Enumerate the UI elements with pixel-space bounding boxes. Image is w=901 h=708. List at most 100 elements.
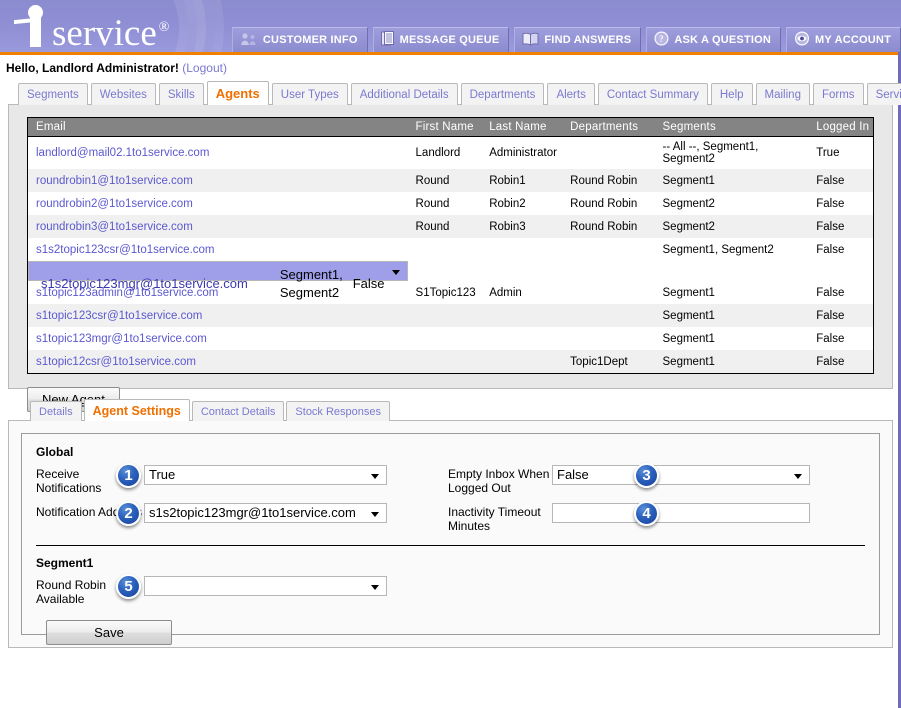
cell-logged-in: False <box>816 220 845 233</box>
nav-find-answers[interactable]: FIND ANSWERS <box>514 27 642 52</box>
cell-last-name: Admin <box>489 286 522 299</box>
cell-logged-in: False <box>816 332 845 345</box>
main-tab-websites[interactable]: Websites <box>90 83 156 105</box>
field-inactivity-timeout: Inactivity Timeout Minutes 4 <box>448 501 816 533</box>
cell-logged-in: False <box>816 174 845 187</box>
cell-email: s1s2topic123csr@1to1service.com <box>28 238 408 261</box>
section-divider <box>36 545 865 546</box>
agents-header-row: Email First Name Last Name Departments S… <box>28 118 873 137</box>
sub-tab-details[interactable]: Details <box>30 401 82 421</box>
agent-email-link[interactable]: roundrobin1@1to1service.com <box>36 175 193 187</box>
table-row[interactable]: roundrobin3@1to1service.com Round Robin3 Ro… <box>28 215 873 238</box>
nav-my-account[interactable]: MY ACCOUNT <box>786 27 901 52</box>
logo-wordmark: service <box>52 13 157 52</box>
agent-settings-inner: Global Receive Notifications 1 True Noti… <box>21 433 880 645</box>
cell-segments: -- All --, Segment1, Segment2 <box>662 141 759 165</box>
sub-tab-contact-details[interactable]: Contact Details <box>191 401 285 421</box>
cell-last-name <box>481 327 562 350</box>
agent-email-link[interactable]: s1topic123csr@1to1service.com <box>36 310 202 322</box>
table-row[interactable]: roundrobin1@1to1service.com Round Robin1 Ro… <box>28 169 873 192</box>
agent-email-link[interactable]: s1s2topic123mgr@1to1service.com <box>41 276 248 291</box>
sub-tab-agent-settings[interactable]: Agent Settings <box>83 399 190 421</box>
cell-segments: Segment1 <box>662 355 715 368</box>
callout-badge-5: 5 <box>116 574 141 599</box>
cell-last-name <box>481 350 562 373</box>
global-fields-columns: Receive Notifications 1 True Notificatio… <box>36 463 865 541</box>
cell-departments <box>562 137 654 170</box>
col-logged-in[interactable]: Logged In <box>806 118 873 137</box>
cell-last-name: Robin1 <box>489 174 526 187</box>
main-tab-agents[interactable]: Agents <box>206 81 269 105</box>
cell-logged-in: False <box>816 355 845 368</box>
agent-email-link[interactable]: s1s2topic123csr@1to1service.com <box>36 244 215 256</box>
main-tab-skills[interactable]: Skills <box>158 83 204 105</box>
nav-find-answers-label: FIND ANSWERS <box>544 34 632 46</box>
table-row[interactable]: s1topic123csr@1to1service.com Segment1 Fal… <box>28 304 873 327</box>
cell-first-name: S1Topic123 <box>415 286 476 299</box>
logout-link[interactable]: (Logout) <box>182 61 227 75</box>
sub-tabstrip-wrap: Details Agent Settings Contact Details Stoc… <box>0 399 901 421</box>
cell-first-name <box>408 350 482 373</box>
main-tab-departments[interactable]: Departments <box>460 83 545 105</box>
cell-segments: Segment1, Segment2 <box>279 267 343 300</box>
col-departments[interactable]: Departments <box>562 118 655 137</box>
col-last-name[interactable]: Last Name <box>481 118 563 137</box>
table-row[interactable]: roundrobin2@1to1service.com Round Robin2 Ro… <box>28 192 873 215</box>
receive-notifications-select[interactable]: True <box>144 465 387 485</box>
cell-departments: Topic1Dept <box>570 355 628 368</box>
table-row[interactable]: s1topic12csr@1to1service.com Topic1Dept Se… <box>28 350 873 373</box>
agent-email-link[interactable]: s1topic123mgr@1to1service.com <box>36 333 207 345</box>
main-tab-alerts[interactable]: Alerts <box>547 83 595 105</box>
agent-email-link[interactable]: s1topic12csr@1to1service.com <box>36 356 196 368</box>
main-tab-mailing[interactable]: Mailing <box>755 83 810 105</box>
nav-customer-info[interactable]: CUSTOMER INFO <box>231 27 368 52</box>
field-notification-address: Notification Address 2 s1s2topic123mgr@1… <box>36 501 448 526</box>
main-tab-service-level[interactable]: Service Level <box>866 83 901 105</box>
main-tab-forms[interactable]: Forms <box>812 83 864 105</box>
cell-email: s1topic123mgr@1to1service.com <box>28 327 408 350</box>
cell-departments <box>562 304 654 327</box>
save-button[interactable]: Save <box>46 620 172 645</box>
empty-inbox-select[interactable]: False <box>552 465 810 485</box>
global-right-column: Empty Inbox When Logged Out 3 False Inac… <box>448 463 816 541</box>
nav-message-queue[interactable]: MESSAGE QUEUE <box>372 27 510 52</box>
table-row[interactable]: s1topic123mgr@1to1service.com Segment1 Fal… <box>28 327 873 350</box>
cell-email: landlord@mail02.1to1service.com <box>28 137 408 170</box>
notification-address-select[interactable]: s1s2topic123mgr@1to1service.com <box>144 503 387 523</box>
table-row[interactable]: landlord@mail02.1to1service.com Landlord A… <box>28 136 873 170</box>
cell-first-name <box>408 327 482 350</box>
main-tab-segments[interactable]: Segments <box>18 83 88 105</box>
col-first-name[interactable]: First Name <box>407 118 482 137</box>
nav-ask-a-question[interactable]: ? ASK A QUESTION <box>646 27 782 52</box>
col-email[interactable]: Email <box>28 118 408 137</box>
main-tab-help[interactable]: Help <box>710 83 753 105</box>
cell-departments: Round Robin <box>570 197 638 210</box>
cell-last-name <box>256 262 264 306</box>
agents-table-wrap: Email First Name Last Name Departments S… <box>27 117 874 374</box>
table-row[interactable]: s1s2topic123mgr@1to1service.com Segment1,… <box>28 261 408 300</box>
round-robin-select[interactable] <box>144 576 387 596</box>
agent-email-link[interactable]: landlord@mail02.1to1service.com <box>36 147 209 159</box>
main-tabstrip-wrap: Segments Websites Skills Agents User Types Ad… <box>0 81 901 105</box>
cell-departments: Round Robin <box>570 174 638 187</box>
inactivity-timeout-label: Inactivity Timeout Minutes <box>448 505 541 533</box>
greeting-bar: Hello, Landlord Administrator! (Logout) <box>0 55 901 81</box>
cell-first-name: Round <box>415 197 450 210</box>
agent-email-link[interactable]: roundrobin3@1to1service.com <box>36 221 193 233</box>
main-tab-additional-details[interactable]: Additional Details <box>350 83 458 105</box>
cell-logged-in: True <box>816 147 840 159</box>
cell-first-name <box>408 304 482 327</box>
logo-i-mark <box>14 3 56 47</box>
table-row[interactable]: s1s2topic123csr@1to1service.com Segment1,… <box>28 238 873 261</box>
field-receive-notifications: Receive Notifications 1 True <box>36 463 448 495</box>
main-tab-user-types[interactable]: User Types <box>271 83 348 105</box>
sub-tab-stock-responses[interactable]: Stock Responses <box>286 401 391 421</box>
save-row: Save <box>46 620 865 645</box>
main-tab-contact-summary[interactable]: Contact Summary <box>597 83 708 105</box>
cell-segments: Segment1 <box>662 332 715 345</box>
receive-notifications-control: 1 True <box>116 463 387 488</box>
col-segments[interactable]: Segments <box>654 118 807 137</box>
agent-email-link[interactable]: roundrobin2@1to1service.com <box>36 198 193 210</box>
app-header: service ® CUSTOMER INFO MESSAGE QUEUE FI… <box>0 0 901 52</box>
inactivity-timeout-input[interactable] <box>552 503 810 523</box>
